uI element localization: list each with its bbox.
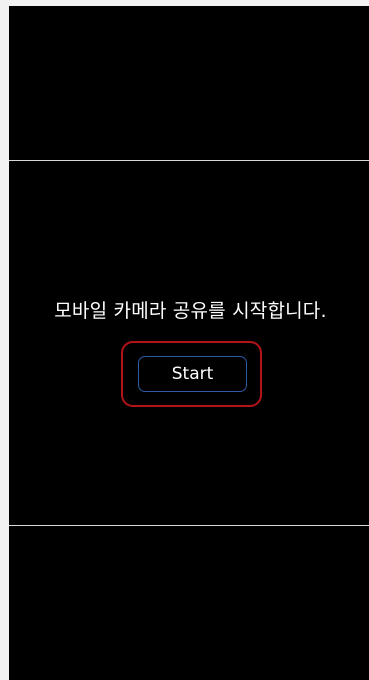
bottom-empty-panel: [9, 526, 369, 680]
camera-share-message: 모바일 카메라 공유를 시작합니다.: [54, 300, 327, 322]
left-frame-edge: [0, 0, 9, 680]
top-empty-panel: [9, 6, 369, 160]
start-button[interactable]: Start: [138, 356, 247, 392]
start-button-label: Start: [171, 364, 214, 384]
